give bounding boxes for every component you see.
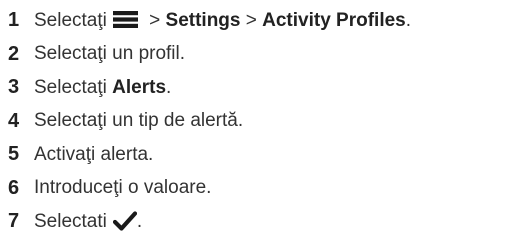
instruction-steps: 1 Selectaţi > Settings > Activity Profil… <box>0 0 506 239</box>
step-number: 5 <box>8 143 20 166</box>
checkmark-icon <box>112 211 137 231</box>
step-text-suffix: . <box>405 9 412 31</box>
step-text-prefix: Selectaţi <box>34 76 107 98</box>
step-text-prefix: Selectaţi <box>34 9 107 31</box>
step-text-suffix: . <box>166 76 172 98</box>
path-separator: > <box>143 9 166 31</box>
step-text: Introduceţi o valoare. <box>34 177 212 199</box>
settings-label: Settings <box>165 9 241 31</box>
menu-icon <box>112 11 138 29</box>
activity-profiles-label: Activity Profiles <box>262 9 406 31</box>
step-number: 2 <box>8 42 20 65</box>
step-6: 6 Introduceţi o valoare. <box>0 172 506 206</box>
alerts-label: Alerts <box>112 76 167 98</box>
step-text: Selectaţi un tip de alertă. <box>34 110 244 132</box>
step-text: Activaţi alerta. <box>34 143 154 165</box>
step-4: 4 Selectaţi un tip de alertă. <box>0 105 506 139</box>
step-1: 1 Selectaţi > Settings > Activity Profil… <box>0 4 506 38</box>
step-text: Selectaţi un profil. <box>34 43 186 65</box>
step-5: 5 Activaţi alerta. <box>0 138 506 172</box>
step-number: 7 <box>8 210 20 233</box>
step-number: 3 <box>8 76 20 99</box>
step-number: 6 <box>8 176 20 199</box>
step-text-suffix: . <box>136 210 143 232</box>
step-3: 3 Selectaţi Alerts . <box>0 71 506 105</box>
step-text-prefix: Selectati <box>34 210 107 232</box>
path-separator: > <box>240 9 263 31</box>
step-7: 7 Selectati . <box>0 205 506 239</box>
step-number: 4 <box>8 109 20 132</box>
step-2: 2 Selectaţi un profil. <box>0 38 506 72</box>
step-number: 1 <box>8 9 20 32</box>
